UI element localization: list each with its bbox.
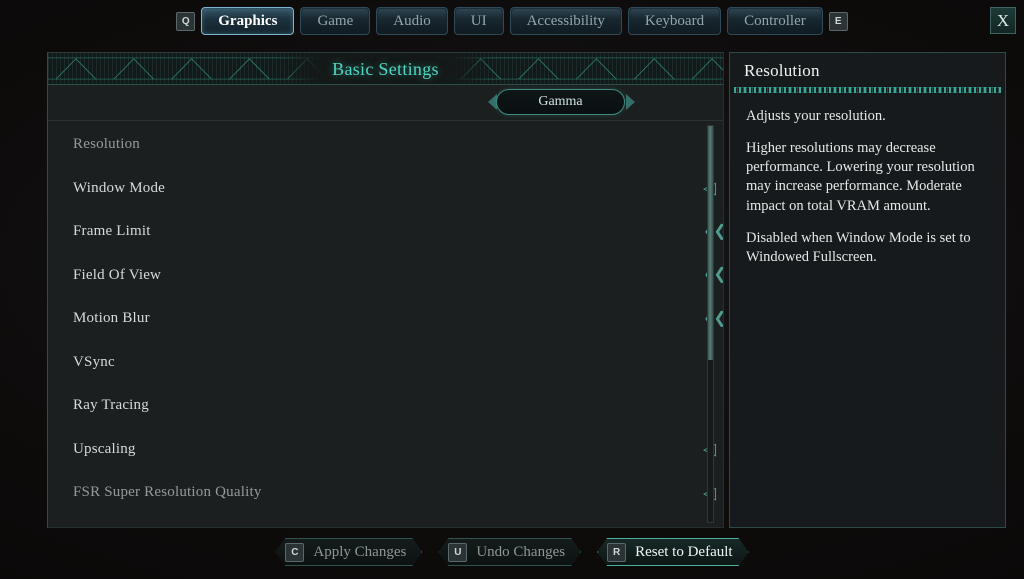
reset-to-default-keycap: R (607, 542, 627, 562)
setting-control-ray-tracing: On (373, 384, 723, 428)
tab-keyboard-label: Keyboard (644, 12, 705, 29)
tab-controller-label: Controller (744, 12, 806, 29)
settings-tab-bar: Q Graphics Game Audio UI Accessibility K… (0, 0, 1024, 42)
setting-label-field-of-view: Field Of View (73, 266, 162, 283)
setting-row-resolution: Resolution 1,920x1,080 (16:9) ▼ (48, 123, 723, 167)
prev-tab-keycap[interactable]: Q (176, 11, 196, 31)
reset-to-default-label: Reset to Default (635, 543, 733, 560)
setting-label-fsr-quality: FSR Super Resolution Quality (73, 484, 262, 501)
setting-row-window-mode: Window Mode ◁ Windowed Fullscreen ▷ (48, 167, 723, 211)
setting-label-window-mode: Window Mode (73, 179, 166, 196)
info-paragraph: Adjusts your resolution. (746, 108, 886, 124)
next-tab-keycap[interactable]: E (828, 11, 848, 31)
upscaling-page-indicator (723, 462, 724, 464)
settings-scrollbar[interactable] (707, 125, 714, 523)
tab-game-label: Game (317, 12, 354, 29)
setting-row-motion-blur: Motion Blur ❮❮ ❯❯ 20% (48, 297, 723, 341)
apply-changes-keycap: C (285, 542, 305, 562)
window-mode-value[interactable]: Windowed Fullscreen (723, 176, 724, 201)
tab-ui[interactable]: UI (453, 7, 504, 35)
window-mode-page-indicator (723, 201, 724, 203)
setting-label-motion-blur: Motion Blur (73, 310, 150, 327)
gamma-row: Gamma (48, 85, 723, 121)
tab-keyboard[interactable]: Keyboard (627, 7, 722, 35)
tab-game[interactable]: Game (300, 7, 371, 35)
setting-control-vsync: On (373, 341, 723, 385)
tab-ui-label: UI (470, 12, 487, 29)
setting-row-ray-tracing: Ray Tracing On (48, 384, 723, 428)
tab-accessibility[interactable]: Accessibility (509, 7, 622, 35)
setting-control-motion-blur: ❮❮ ❯❯ 20% (373, 297, 723, 341)
info-paragraph: Disabled when Window Mode is set to Wind… (746, 229, 971, 265)
setting-label-frame-limit: Frame Limit (73, 223, 151, 240)
tab-controller[interactable]: Controller (727, 7, 823, 35)
apply-changes-button[interactable]: C Apply Changes (275, 538, 422, 566)
apply-changes-label: Apply Changes (313, 543, 407, 560)
setting-label-upscaling: Upscaling (73, 440, 136, 457)
info-panel: Resolution Adjusts your resolution. High… (729, 52, 1006, 528)
basic-settings-panel: Basic Settings Gamma Resolution 1,920x1,… (47, 52, 724, 528)
setting-control-frame-limit: ❮❮ ❯❯ 60 FPS (373, 210, 723, 254)
reset-to-default-button[interactable]: R Reset to Default (597, 538, 748, 566)
panel-header: Basic Settings (48, 53, 723, 85)
fsr-quality-value[interactable]: Quality (723, 480, 724, 505)
undo-changes-button[interactable]: U Undo Changes (438, 538, 581, 566)
undo-changes-label: Undo Changes (476, 543, 566, 560)
action-button-bar: C Apply Changes U Undo Changes R Reset t… (0, 535, 1024, 569)
setting-label-ray-tracing: Ray Tracing (73, 397, 149, 414)
info-paragraph: Higher resolutions may decrease performa… (746, 140, 975, 214)
gamma-right-chevron-icon (626, 94, 635, 110)
scrollbar-thumb[interactable] (708, 126, 713, 360)
info-panel-body: Adjusts your resolution. Higher resoluti… (730, 93, 1005, 281)
close-button[interactable]: X (990, 7, 1016, 34)
tab-graphics-label: Graphics (218, 12, 278, 29)
tab-audio[interactable]: Audio (376, 7, 448, 35)
setting-control-upscaling: ◁ AMD FidelityFX 3 ▷ (373, 428, 723, 472)
tab-accessibility-label: Accessibility (526, 12, 605, 29)
setting-row-vsync: VSync On (48, 341, 723, 385)
setting-label-resolution: Resolution (73, 136, 141, 153)
setting-control-resolution: 1,920x1,080 (16:9) ▼ (373, 123, 723, 167)
setting-label-vsync: VSync (73, 353, 115, 370)
tab-graphics[interactable]: Graphics (201, 7, 295, 35)
setting-row-frame-limit: Frame Limit ❮❮ ❯❯ 60 FPS (48, 210, 723, 254)
panel-title: Basic Settings (332, 58, 439, 79)
info-panel-divider (734, 87, 1001, 93)
setting-control-field-of-view: ❮❮ ❯❯ 90 (373, 254, 723, 298)
gamma-button[interactable]: Gamma (496, 89, 625, 115)
setting-control-fsr-quality: ◁ Quality ▷ (373, 471, 723, 515)
info-panel-title: Resolution (744, 61, 820, 80)
settings-list: Resolution 1,920x1,080 (16:9) ▼ Window M… (48, 121, 723, 527)
setting-row-fsr-quality: FSR Super Resolution Quality ◁ Quality ▷ (48, 471, 723, 515)
setting-row-upscaling: Upscaling ◁ AMD FidelityFX 3 ▷ (48, 428, 723, 472)
setting-row-field-of-view: Field Of View ❮❮ ❯❯ 90 (48, 254, 723, 298)
undo-changes-keycap: U (448, 542, 468, 562)
setting-control-window-mode: ◁ Windowed Fullscreen ▷ (373, 167, 723, 211)
upscaling-value[interactable]: AMD FidelityFX 3 (723, 437, 724, 462)
tab-audio-label: Audio (393, 12, 431, 29)
